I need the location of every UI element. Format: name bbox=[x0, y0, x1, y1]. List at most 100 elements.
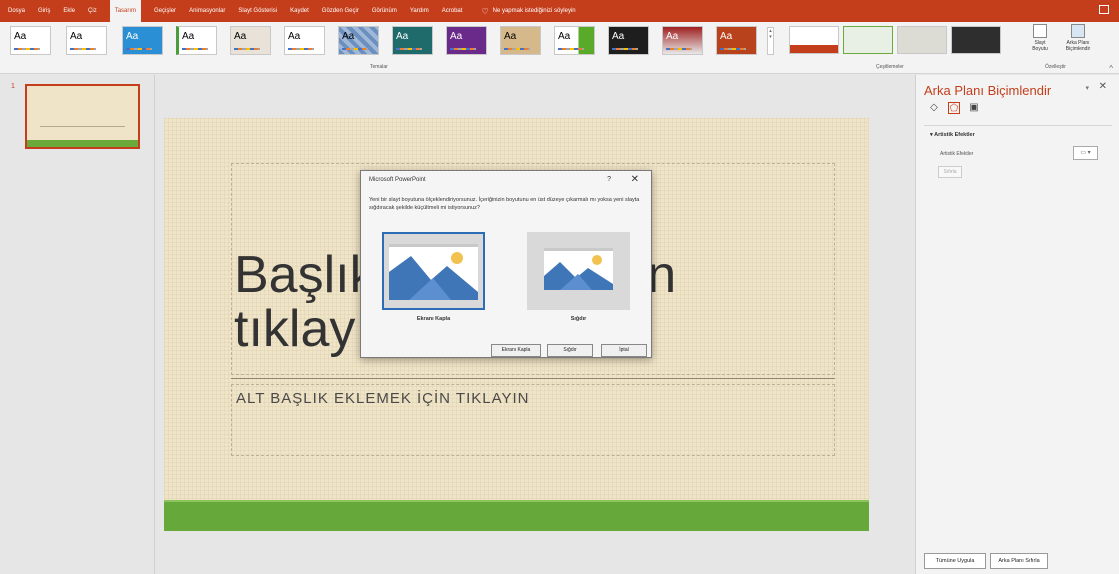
theme-sample: Aa bbox=[182, 31, 195, 42]
scale-dialog: Microsoft PowerPoint ? ✕ Yeni bir slayt … bbox=[360, 170, 652, 358]
tab-home[interactable]: Giriş bbox=[38, 0, 50, 22]
theme-sample: Aa bbox=[70, 31, 83, 42]
comments-icon[interactable] bbox=[1099, 5, 1109, 14]
theme-office[interactable]: Aa bbox=[10, 26, 51, 55]
tab-draw[interactable]: Çiz bbox=[88, 0, 97, 22]
tab-file[interactable]: Dosya bbox=[8, 0, 25, 22]
maximize-option-preview bbox=[382, 232, 485, 310]
theme-13[interactable]: Aa bbox=[662, 26, 703, 55]
artistic-effects-dropdown[interactable]: ▭ ▾ bbox=[1073, 146, 1098, 160]
help-icon[interactable]: ? bbox=[607, 176, 611, 183]
slide-green-bar bbox=[164, 500, 869, 531]
theme-colors bbox=[14, 48, 40, 50]
theme-2[interactable]: Aa bbox=[66, 26, 107, 55]
themes-scroll[interactable]: ▴ ▾ bbox=[767, 27, 774, 55]
cancel-button[interactable]: İptal bbox=[601, 344, 647, 357]
theme-colors bbox=[234, 48, 260, 50]
slide-subtitle[interactable]: ALT BAŞLIK EKLEMEK İÇİN TIKLAYIN bbox=[236, 390, 530, 407]
tab-view[interactable]: Görünüm bbox=[372, 0, 397, 22]
tab-record[interactable]: Kaydet bbox=[290, 0, 309, 22]
variant-2[interactable] bbox=[843, 26, 893, 54]
collapse-ribbon-icon[interactable]: ^ bbox=[1109, 64, 1113, 73]
tab-animations[interactable]: Animasyonlar bbox=[189, 0, 225, 22]
fill-icon[interactable]: ◇ bbox=[928, 102, 940, 114]
theme-6[interactable]: Aa bbox=[284, 26, 325, 55]
slide-size-button[interactable]: Slayt Boyutu bbox=[1026, 24, 1054, 52]
format-background-icon bbox=[1071, 24, 1085, 38]
variant-4[interactable] bbox=[951, 26, 1001, 54]
tell-me-box[interactable]: ♡ Ne yapmak istediğinizi söyleyin bbox=[481, 7, 575, 16]
theme-sample: Aa bbox=[14, 31, 27, 42]
maximize-option[interactable]: Ekranı Kapla bbox=[382, 232, 485, 322]
close-icon[interactable]: ✕ bbox=[631, 174, 639, 185]
theme-colors bbox=[450, 48, 476, 50]
picture-icon[interactable]: ▣ bbox=[968, 102, 980, 114]
tab-review[interactable]: Gözden Geçir bbox=[322, 0, 359, 22]
reset-background-button[interactable]: Arka Planı Sıfırla bbox=[990, 553, 1048, 569]
theme-colors bbox=[504, 48, 530, 50]
reset-effects-button[interactable]: Sıfırla bbox=[938, 166, 962, 178]
theme-12[interactable]: Aa bbox=[608, 26, 649, 55]
fit-button[interactable]: Sığdır bbox=[547, 344, 593, 357]
theme-5[interactable]: Aa bbox=[230, 26, 271, 55]
group-label-customize: Özelleştir bbox=[1045, 64, 1066, 70]
slide-size-label: Slayt Boyutu bbox=[1032, 40, 1048, 52]
tab-acrobat[interactable]: Acrobat bbox=[442, 0, 463, 22]
theme-sample: Aa bbox=[396, 31, 409, 42]
format-background-label: Arka Planı Biçimlendir bbox=[1065, 40, 1091, 52]
theme-colors bbox=[182, 48, 208, 50]
format-background-button[interactable]: Arka Planı Biçimlendir bbox=[1060, 24, 1096, 52]
group-label-variants: Çeşitlemeler bbox=[876, 64, 904, 70]
pane-title: Arka Planı Biçimlendir bbox=[924, 83, 1052, 98]
tab-transitions[interactable]: Geçişler bbox=[154, 0, 176, 22]
apply-to-all-button[interactable]: Tümüne Uygula bbox=[924, 553, 986, 569]
tell-me-text: Ne yapmak istediğinizi söyleyin bbox=[492, 8, 576, 14]
ribbon-tab-bar: Dosya Giriş Ekle Çiz Tasarım Geçişler An… bbox=[0, 0, 1119, 22]
thumbnail-green-bar bbox=[27, 140, 138, 147]
theme-sample: Aa bbox=[450, 31, 463, 42]
theme-11[interactable]: Aa bbox=[554, 26, 595, 55]
theme-colors bbox=[396, 48, 422, 50]
theme-sample: Aa bbox=[126, 31, 139, 42]
pane-category-icons: ◇ ⬠ ▣ bbox=[928, 102, 980, 114]
pane-close-icon[interactable]: ✕ bbox=[1099, 81, 1107, 92]
format-background-pane: Arka Planı Biçimlendir ▾ ✕ ◇ ⬠ ▣ ▾ Artis… bbox=[915, 75, 1119, 574]
theme-sample: Aa bbox=[288, 31, 301, 42]
ribbon: Aa Aa Aa Aa Aa Aa Aa Aa Aa Aa Aa Aa Aa A… bbox=[0, 22, 1119, 74]
tab-help[interactable]: Yardım bbox=[410, 0, 429, 22]
theme-sample: Aa bbox=[558, 31, 571, 42]
maximize-button[interactable]: Ekranı Kapla bbox=[491, 344, 541, 357]
tab-design[interactable]: Tasarım bbox=[109, 0, 142, 22]
theme-4[interactable]: Aa bbox=[176, 26, 217, 55]
theme-9[interactable]: Aa bbox=[446, 26, 487, 55]
theme-colors bbox=[70, 48, 96, 50]
fit-option[interactable]: Sığdır bbox=[527, 232, 630, 322]
thumbnail-title-line bbox=[40, 126, 125, 127]
theme-colors bbox=[558, 48, 584, 50]
pane-options-icon[interactable]: ▾ bbox=[1085, 84, 1089, 92]
artistic-effects-section[interactable]: ▾ Artistik Efektler bbox=[930, 132, 975, 138]
theme-14[interactable]: Aa bbox=[716, 26, 757, 55]
theme-colors bbox=[342, 48, 368, 50]
theme-sample: Aa bbox=[234, 31, 247, 42]
slide-thumbnail-pane: 1 bbox=[0, 75, 155, 574]
theme-sample: Aa bbox=[612, 31, 625, 42]
variant-1[interactable] bbox=[789, 26, 839, 54]
variant-3[interactable] bbox=[897, 26, 947, 54]
theme-7[interactable]: Aa bbox=[338, 26, 379, 55]
theme-colors bbox=[126, 48, 152, 50]
tab-slide-show[interactable]: Slayt Gösterisi bbox=[238, 0, 277, 22]
thumbnail-number: 1 bbox=[11, 83, 15, 90]
title-divider bbox=[231, 378, 835, 379]
theme-sample: Aa bbox=[504, 31, 517, 42]
dialog-title: Microsoft PowerPoint bbox=[369, 177, 426, 183]
fit-image-icon bbox=[544, 248, 613, 290]
theme-3[interactable]: Aa bbox=[122, 26, 163, 55]
theme-sample: Aa bbox=[720, 31, 733, 42]
theme-8[interactable]: Aa bbox=[392, 26, 433, 55]
theme-10[interactable]: Aa bbox=[500, 26, 541, 55]
theme-colors bbox=[612, 48, 638, 50]
slide-thumbnail[interactable] bbox=[25, 84, 140, 149]
effects-icon[interactable]: ⬠ bbox=[948, 102, 960, 114]
tab-insert[interactable]: Ekle bbox=[63, 0, 75, 22]
